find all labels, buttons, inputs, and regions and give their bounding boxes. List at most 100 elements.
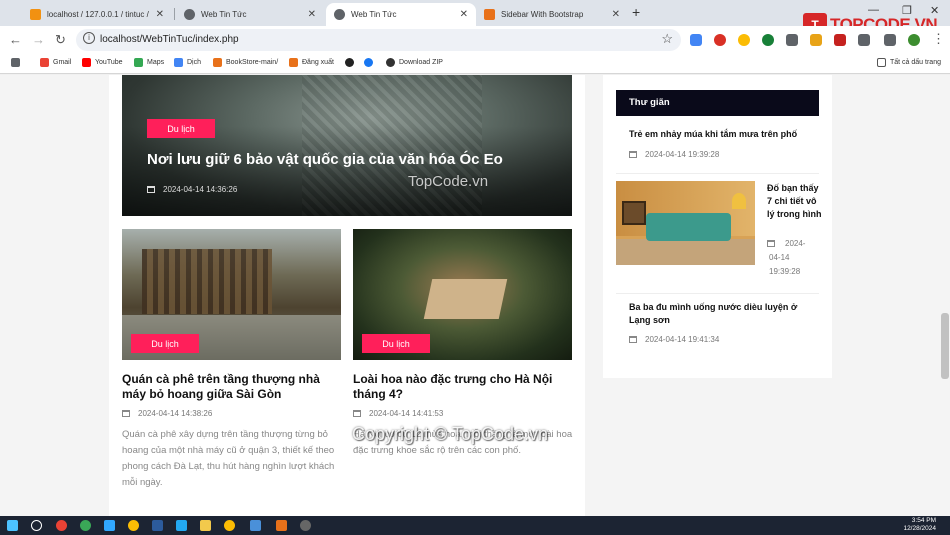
bookmark-meta[interactable] xyxy=(364,58,373,67)
close-icon[interactable]: ✕ xyxy=(308,9,316,20)
image-detail xyxy=(616,239,755,265)
article-title[interactable]: Loài hoa nào đặc trưng cho Hà Nội tháng … xyxy=(353,372,563,402)
taskbar-clock[interactable]: 3:54 PM 12/28/2024 xyxy=(903,517,936,533)
app-icon[interactable] xyxy=(80,520,91,531)
translate-extension-icon[interactable] xyxy=(690,34,702,46)
back-arrow-icon[interactable]: ← xyxy=(9,32,22,47)
sidebar-item-title[interactable]: Trẻ em nhảy múa khi tắm mưa trên phố xyxy=(629,128,819,141)
sidebar-heading: Thư giãn xyxy=(616,90,819,116)
image-detail xyxy=(732,193,746,209)
sublime-icon[interactable] xyxy=(276,520,287,531)
sidebar-item-title[interactable]: Đố bạn thấy 7 chi tiết vô lý trong hình xyxy=(767,182,823,221)
app-icon[interactable] xyxy=(152,520,163,531)
media-controls-icon[interactable] xyxy=(884,34,896,46)
clock-time: 3:54 PM xyxy=(911,517,936,524)
translate-icon xyxy=(174,58,183,67)
article-description: Quán cà phê xây dựng trên tầng thượng từ… xyxy=(122,429,335,488)
chrome-icon[interactable] xyxy=(128,520,139,531)
app-icon[interactable] xyxy=(300,520,311,531)
sidebar-item-date: 2024-04-14 19:39:28 xyxy=(645,150,720,159)
tab-title: Web Tin Tức xyxy=(201,10,247,19)
all-bookmarks[interactable]: Tất cả dấu trang xyxy=(877,58,941,67)
bookmark-maps[interactable]: Maps xyxy=(134,58,164,67)
new-tab-button[interactable]: + xyxy=(632,4,640,20)
bookmark-star-icon[interactable]: ☆ xyxy=(661,31,673,47)
article-image[interactable]: Du lịch xyxy=(122,229,341,360)
folder-icon xyxy=(877,58,886,67)
profile-avatar[interactable] xyxy=(908,34,920,46)
tab-phpmyadmin[interactable]: localhost / 127.0.0.1 / tintuc / user ✕ xyxy=(22,3,172,26)
download-extension-icon[interactable] xyxy=(810,34,822,46)
globe-icon xyxy=(184,9,195,20)
folder-icon[interactable] xyxy=(200,520,211,531)
scrollbar-thumb[interactable] xyxy=(941,313,949,379)
bookmark-bookstore[interactable]: BookStore-main/ xyxy=(213,58,278,67)
tab-web-tin-tuc-1[interactable]: Web Tin Tức ✕ xyxy=(176,3,324,26)
adblock-extension-icon[interactable] xyxy=(714,34,726,46)
photoshop-icon[interactable] xyxy=(104,520,115,531)
gmail-icon xyxy=(40,58,49,67)
windows-start-icon[interactable] xyxy=(7,520,18,531)
reload-icon[interactable]: ↻ xyxy=(55,32,66,48)
sidebar-item-meta: 2024-04-14 19:41:34 xyxy=(629,335,719,344)
sidebar-item-meta: 2024-04-14 19:39:28 xyxy=(629,150,719,159)
menu-icon[interactable]: ⋮ xyxy=(932,31,945,47)
category-badge[interactable]: Du lịch xyxy=(362,334,430,353)
sidebar-item-date: 2024- 04-14 19:39:28 xyxy=(769,237,805,279)
hero-title[interactable]: Nơi lưu giữ 6 bảo vật quốc gia của văn h… xyxy=(147,151,503,168)
close-icon[interactable]: ✕ xyxy=(156,9,164,20)
close-icon[interactable]: ✕ xyxy=(460,9,468,20)
grammarly-extension-icon[interactable] xyxy=(762,34,774,46)
bookmark-label: Dịch xyxy=(187,59,202,66)
hero-watermark: TopCode.vn xyxy=(408,173,489,190)
app-icon[interactable] xyxy=(250,520,261,531)
hero-article[interactable]: Du lịch Nơi lưu giữ 6 bảo vật quốc gia c… xyxy=(122,75,572,216)
chrome-icon[interactable] xyxy=(224,520,235,531)
article-date: 2024-04-14 14:41:53 xyxy=(369,409,444,418)
tab-title: Sidebar With Bootstrap xyxy=(501,10,584,19)
code-icon xyxy=(289,58,298,67)
page-viewport: Du lịch Nơi lưu giữ 6 bảo vật quốc gia c… xyxy=(0,75,950,516)
vscode-icon[interactable] xyxy=(176,520,187,531)
bookmark-dich[interactable]: Dịch xyxy=(174,58,201,67)
calendar-icon xyxy=(629,336,637,343)
search-icon[interactable] xyxy=(31,520,42,531)
calendar-icon xyxy=(147,186,155,193)
color-extension-icon[interactable] xyxy=(738,34,750,46)
cast-extension-icon[interactable] xyxy=(834,34,846,46)
sidebar-item-date: 2024-04-14 19:41:34 xyxy=(645,335,720,344)
calendar-icon xyxy=(122,410,130,417)
puzzle-icon[interactable] xyxy=(858,34,870,46)
github-icon xyxy=(386,58,395,67)
url-text[interactable]: localhost/WebTinTuc/index.php xyxy=(100,34,239,45)
site-info-icon[interactable]: i xyxy=(83,32,95,44)
bookmark-github[interactable] xyxy=(345,58,354,67)
calendar-icon xyxy=(629,151,637,158)
address-bar[interactable]: i localhost/WebTinTuc/index.php ☆ xyxy=(76,29,681,51)
sidebar-item-title[interactable]: Ba ba đu mình uống nước dièu luyện ở Lạn… xyxy=(629,301,819,327)
code-icon xyxy=(484,9,495,20)
bookmark-dang-xuat[interactable]: Đăng xuất xyxy=(289,58,334,67)
forward-arrow-icon[interactable]: → xyxy=(32,32,45,47)
bookmark-youtube[interactable]: YouTube xyxy=(82,58,123,67)
article-title[interactable]: Quán cà phê trên tầng thượng nhà máy bỏ … xyxy=(122,372,342,402)
bookmark-label: Download ZIP xyxy=(399,59,443,66)
app-icon[interactable] xyxy=(56,520,67,531)
article-image[interactable]: Du lịch xyxy=(353,229,572,360)
tab-sidebar-bootstrap[interactable]: Sidebar With Bootstrap ✕ xyxy=(476,3,628,26)
bookmark-download-zip[interactable]: Download ZIP xyxy=(386,58,443,67)
tab-web-tin-tuc-active[interactable]: Web Tin Tức ✕ xyxy=(326,3,476,26)
image-detail xyxy=(622,201,646,225)
image-detail xyxy=(142,249,272,314)
image-extension-icon[interactable] xyxy=(786,34,798,46)
image-detail xyxy=(646,213,731,241)
close-icon[interactable]: ✕ xyxy=(612,9,620,20)
category-badge[interactable]: Du lịch xyxy=(147,119,215,138)
apps-grid-icon[interactable] xyxy=(11,58,20,67)
category-badge[interactable]: Du lịch xyxy=(131,334,199,353)
browser-toolbar: ← → ↻ i localhost/WebTinTuc/index.php ☆ … xyxy=(0,26,950,54)
sidebar-item-image[interactable] xyxy=(616,181,755,265)
bookmark-gmail[interactable]: Gmail xyxy=(40,58,71,67)
tab-title: localhost / 127.0.0.1 / tintuc / user xyxy=(47,10,150,19)
bookmark-label: YouTube xyxy=(95,59,123,66)
